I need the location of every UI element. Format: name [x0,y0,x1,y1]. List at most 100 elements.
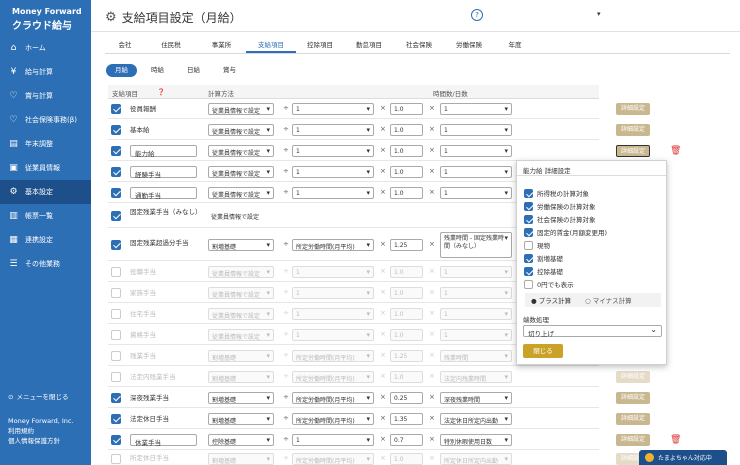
multiplier-input[interactable]: 1.0 [390,166,423,178]
item-name-input[interactable]: 経験手当 [130,166,197,179]
multiplier-input[interactable]: 1.0 [390,329,423,341]
row-checkbox[interactable] [111,309,121,319]
sidebar-item-home[interactable]: ⌂ ホーム [0,36,91,60]
row-checkbox[interactable] [111,267,121,277]
hours-select[interactable]: 法定休日所定内出勤 [440,413,512,425]
multiplier-input[interactable]: 1.0 [390,103,423,115]
hours-select[interactable]: 1 [440,187,512,199]
detail-settings-button[interactable]: 詳細設定 [616,103,650,115]
divisor-select[interactable]: 所定労働時間(月平均) [292,371,374,383]
tab-social-insurance[interactable]: 社会保険 [394,40,444,53]
row-checkbox[interactable] [111,435,121,445]
option-labor-insurance[interactable]: 労働保険の計算対象 [524,201,596,211]
pill-daily[interactable]: 日給 [178,64,209,77]
sidebar-item-other[interactable]: ☰ その他業務 [0,252,91,276]
row-checkbox[interactable] [111,167,121,177]
row-checkbox[interactable] [111,125,121,135]
row-checkbox[interactable] [111,372,121,382]
method-select[interactable]: 従業員情報で設定 [208,187,274,199]
divisor-select[interactable]: 1 [292,187,374,199]
method-select[interactable]: 従業員情報で設定 [208,124,274,136]
row-checkbox[interactable] [111,288,121,298]
divisor-select[interactable]: 所定労働時間(月平均) [292,413,374,425]
method-select[interactable]: 従業員情報で設定 [208,308,274,320]
divisor-select[interactable]: 所定労働時間(月平均) [292,350,374,362]
divisor-select[interactable]: 1 [292,103,374,115]
row-checkbox[interactable] [111,146,121,156]
divisor-select[interactable]: 1 [292,434,374,446]
detail-settings-button[interactable]: 詳細設定 [616,371,650,383]
method-select[interactable]: 従業員情報で設定 [208,287,274,299]
detail-settings-button[interactable]: 詳細設定 [616,392,650,404]
close-button[interactable]: 閉じる [523,344,563,358]
hours-select[interactable]: 1 [440,103,512,115]
tab-labor-insurance[interactable]: 労働保険 [444,40,494,53]
checkbox[interactable] [524,266,533,276]
method-select[interactable]: 従業員情報で設定 [208,103,274,115]
tab-company[interactable]: 会社 [105,40,145,53]
multiplier-input[interactable]: 0.7 [390,434,423,446]
checkbox[interactable] [524,201,533,211]
info-icon[interactable]: ❓ [157,88,165,96]
hours-select[interactable]: 1 [440,329,512,341]
sidebar-item-employees[interactable]: ▣ 従業員情報 [0,156,91,180]
sidebar-item-basic-settings[interactable]: ⚙ 基本設定 [0,180,91,204]
option-income-tax[interactable]: 所得税の計算対象 [524,188,589,198]
multiplier-input[interactable]: 1.0 [390,145,423,157]
option-social-insurance[interactable]: 社会保険の計算対象 [524,214,596,224]
method-select[interactable]: 割増基礎 [208,392,274,404]
row-checkbox[interactable] [111,414,121,424]
sidebar-item-bonus[interactable]: ♡ 賞与計算 [0,84,91,108]
multiplier-input[interactable]: 1.0 [390,187,423,199]
tab-payment-items[interactable]: 支給項目 [246,40,296,53]
row-checkbox[interactable] [111,330,121,340]
multiplier-input[interactable]: 1.0 [390,287,423,299]
divisor-select[interactable]: 1 [292,124,374,136]
sidebar-item-payroll[interactable]: ¥ 給与計算 [0,60,91,84]
row-checkbox[interactable] [111,351,121,361]
item-name-input[interactable]: 休業手当 [130,434,197,447]
row-checkbox[interactable] [111,240,121,250]
trash-icon[interactable]: 🗑 [670,436,681,445]
method-select[interactable]: 従業員情報で設定 [208,266,274,278]
tab-resident-tax[interactable]: 住民税 [145,40,197,53]
pill-hourly[interactable]: 時給 [142,64,173,77]
radio-minus[interactable]: ○ マイナス計算 [585,295,632,305]
divisor-select[interactable]: 所定労働時間(月平均) [292,453,374,465]
hours-select[interactable]: 所定休日所定内出勤 [440,453,512,465]
row-checkbox[interactable] [111,454,121,464]
pill-monthly[interactable]: 月給 [106,64,137,77]
multiplier-input[interactable]: 1.0 [390,371,423,383]
multiplier-input[interactable]: 1.0 [390,266,423,278]
detail-settings-button[interactable]: 詳細設定 [616,124,650,136]
method-select[interactable]: 従業員情報で設定 [208,145,274,157]
method-select[interactable]: 控除基礎 [208,434,274,446]
option-fixed-wage[interactable]: 固定的賃金(月額変更用) [524,227,607,237]
close-menu-button[interactable]: ⊙ メニューを閉じる [8,392,74,402]
tab-year[interactable]: 年度 [494,40,536,53]
chevron-down-icon[interactable]: ▾ [597,10,601,18]
row-checkbox[interactable] [111,104,121,114]
privacy-link[interactable]: 個人情報保護方針 [8,436,74,446]
option-show-zero[interactable]: 0円でも表示 [524,279,574,289]
divisor-select[interactable]: 1 [292,266,374,278]
item-name-input[interactable]: 通勤手当 [130,187,197,200]
hours-select[interactable]: 1 [440,166,512,178]
hours-select[interactable]: 残業時間 [440,350,512,362]
divisor-select[interactable]: 1 [292,166,374,178]
multiplier-input[interactable]: 1.35 [390,413,423,425]
method-select[interactable]: 割増基礎 [208,371,274,383]
hours-select[interactable]: 法定内残業時間 [440,371,512,383]
multiplier-input[interactable]: 1.25 [390,239,423,251]
help-icon[interactable]: ? [471,9,483,21]
method-select[interactable]: 割増基礎 [208,350,274,362]
multiplier-input[interactable]: 1.25 [390,350,423,362]
method-select[interactable]: 従業員情報で設定 [208,166,274,178]
terms-link[interactable]: 利用規約 [8,426,74,436]
hours-select[interactable]: 1 [440,287,512,299]
radio-plus[interactable]: ● プラス計算 [531,295,571,305]
method-select[interactable]: 割増基礎 [208,453,274,465]
option-in-kind[interactable]: 現物 [524,240,550,250]
divisor-select[interactable]: 1 [292,145,374,157]
hours-select[interactable]: 残業時間 - 固定残業時間（みなし） [440,232,512,258]
